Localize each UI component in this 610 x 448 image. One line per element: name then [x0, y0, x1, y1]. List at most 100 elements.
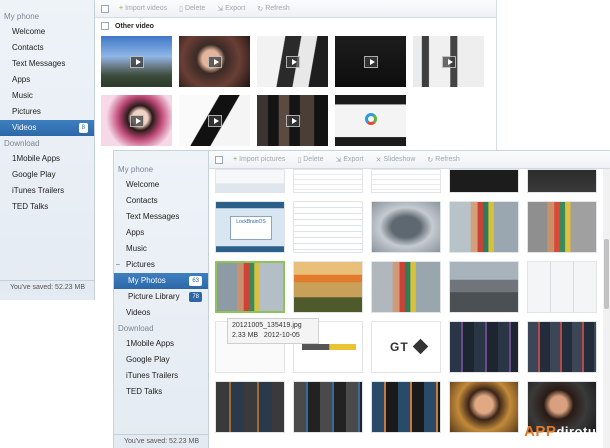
- photo-thumb-gt-logo[interactable]: GT: [371, 321, 441, 373]
- video-thumb-pink-portrait[interactable]: [101, 95, 172, 146]
- photo-thumb-movies[interactable]: [215, 381, 285, 433]
- sidebar-item-contacts[interactable]: Contacts: [114, 193, 208, 209]
- photo-thumb-selected[interactable]: [215, 261, 285, 313]
- video-thumb-dark[interactable]: [335, 36, 406, 87]
- photo-thumb-movies-3[interactable]: [371, 381, 441, 433]
- import-videos-label: Import videos: [125, 5, 168, 12]
- sidebar-item-google-play[interactable]: Google Play: [0, 167, 94, 183]
- photo-thumb-field[interactable]: [293, 261, 363, 313]
- export-button[interactable]: ⇲ Export: [335, 156, 363, 164]
- video-thumb-portrait[interactable]: [179, 36, 250, 87]
- photo-thumb[interactable]: [215, 169, 285, 193]
- photo-thumb[interactable]: [527, 169, 597, 193]
- import-videos-button[interactable]: + Import videos: [119, 5, 167, 12]
- video-thumb-bw-dancer[interactable]: [179, 95, 250, 146]
- play-icon: [207, 55, 222, 68]
- back-sidebar: My phone Welcome Contacts Text Messages …: [0, 0, 95, 300]
- sidebar-item-contacts[interactable]: Contacts: [0, 40, 94, 56]
- sidebar-item-apps[interactable]: Apps: [114, 225, 208, 241]
- video-thumb-group[interactable]: [413, 36, 484, 87]
- photo-thumb[interactable]: [449, 169, 519, 193]
- photo-thumb-movies-2[interactable]: [293, 381, 363, 433]
- sidebar-item-itunes-trailers[interactable]: iTunes Trailers: [114, 368, 208, 384]
- photo-thumb-phone-hand[interactable]: [371, 201, 441, 253]
- import-pictures-label: Import pictures: [239, 156, 286, 163]
- play-icon: [129, 55, 144, 68]
- sidebar-item-1mobile-apps[interactable]: 1Mobile Apps: [114, 336, 208, 352]
- trash-icon: ▯: [297, 156, 302, 164]
- watermark-suffix: dirotus: [556, 424, 604, 439]
- select-all-checkbox[interactable]: [215, 155, 223, 164]
- play-icon: [207, 114, 222, 127]
- sidebar-item-google-play[interactable]: Google Play: [114, 352, 208, 368]
- gt-logo-mark: [412, 338, 429, 355]
- sidebar-item-text-messages[interactable]: Text Messages: [0, 56, 94, 72]
- sidebar-item-music[interactable]: Music: [114, 241, 208, 257]
- photo-thumb-lock-screen[interactable]: LockBrainOS: [215, 201, 285, 253]
- sidebar-item-videos[interactable]: Videos: [114, 305, 208, 321]
- sidebar-item-welcome[interactable]: Welcome: [114, 177, 208, 193]
- watermark-logo: APPdirotus: [524, 423, 604, 440]
- photo-thumb-store-grid-2[interactable]: [527, 321, 597, 373]
- delete-label: Delete: [303, 156, 324, 163]
- video-toolbar: + Import videos ▯ Delete ⇲ Export ↻ Refresh: [95, 0, 496, 18]
- logo-mark: [365, 113, 377, 125]
- picture-library-count-badge: 78: [189, 292, 202, 302]
- scrollbar-thumb[interactable]: [604, 239, 609, 309]
- front-content: + Import pictures ▯ Delete ⇲ Export ✕ Slides…: [209, 151, 610, 448]
- play-icon: [129, 114, 144, 127]
- sidebar-item-my-photos[interactable]: My Photos 63: [114, 273, 208, 289]
- delete-button[interactable]: ▯ Delete: [297, 156, 323, 164]
- photo-thumb-woman-portrait[interactable]: [449, 381, 519, 433]
- delete-button[interactable]: ▯ Delete: [179, 5, 205, 13]
- refresh-button[interactable]: ↻ Refresh: [427, 156, 459, 164]
- my-phone-header: My phone: [4, 12, 40, 21]
- refresh-label: Refresh: [265, 5, 290, 12]
- refresh-button[interactable]: ↻ Refresh: [257, 5, 289, 13]
- photo-thumb-store-grid[interactable]: [449, 321, 519, 373]
- photo-thumb-screenshot[interactable]: [293, 201, 363, 253]
- refresh-icon: ↻: [257, 5, 264, 13]
- video-thumb-lineup[interactable]: [257, 95, 328, 146]
- slideshow-label: Slideshow: [383, 156, 416, 163]
- gt-logo-text: GT: [390, 340, 409, 354]
- sidebar-item-videos[interactable]: Videos 8: [0, 120, 94, 136]
- collapse-arrow-icon[interactable]: –: [116, 257, 120, 273]
- slideshow-button[interactable]: ✕ Slideshow: [376, 156, 416, 164]
- video-thumb-dancers[interactable]: [257, 36, 328, 87]
- saved-space-label: You've saved: 52.23 MB: [0, 280, 94, 294]
- tooltip-date: 2012-10-05: [263, 332, 300, 339]
- plus-icon: +: [119, 5, 124, 12]
- import-pictures-button[interactable]: + Import pictures: [233, 156, 285, 163]
- download-header: Download: [118, 324, 154, 333]
- photo-thumb-girl-stripes[interactable]: [371, 261, 441, 313]
- photo-thumb-street[interactable]: [449, 261, 519, 313]
- video-thumb-mountains[interactable]: [101, 36, 172, 87]
- sidebar-item-itunes-trailers[interactable]: iTunes Trailers: [0, 183, 94, 199]
- video-thumb-logo[interactable]: [335, 95, 406, 146]
- play-icon: [441, 55, 456, 68]
- sidebar-item-welcome[interactable]: Welcome: [0, 24, 94, 40]
- sidebar-item-text-messages[interactable]: Text Messages: [114, 209, 208, 225]
- export-label: Export: [225, 5, 246, 12]
- photo-thumb[interactable]: [293, 169, 363, 193]
- sidebar-item-ted-talks[interactable]: TED Talks: [114, 384, 208, 400]
- export-icon: ⇲: [335, 156, 342, 164]
- export-button[interactable]: ⇲ Export: [217, 5, 245, 13]
- group-checkbox[interactable]: [101, 22, 109, 30]
- play-icon: [285, 55, 300, 68]
- photo-thumb-girl-station[interactable]: [449, 201, 519, 253]
- sidebar-item-pictures[interactable]: Pictures: [0, 104, 94, 120]
- sidebar-item-pictures[interactable]: – Pictures: [114, 257, 208, 273]
- refresh-label: Refresh: [435, 156, 460, 163]
- photo-thumb-girl-station-2[interactable]: [527, 201, 597, 253]
- photo-thumb[interactable]: [371, 169, 441, 193]
- sidebar-item-music[interactable]: Music: [0, 88, 94, 104]
- sidebar-item-picture-library[interactable]: Picture Library 78: [114, 289, 208, 305]
- sidebar-item-ted-talks[interactable]: TED Talks: [0, 199, 94, 215]
- photo-scrollbar[interactable]: [603, 169, 610, 448]
- sidebar-item-1mobile-apps[interactable]: 1Mobile Apps: [0, 151, 94, 167]
- sidebar-item-apps[interactable]: Apps: [0, 72, 94, 88]
- select-all-checkbox[interactable]: [101, 4, 109, 13]
- photo-thumb-lockscreen-grid[interactable]: [527, 261, 597, 313]
